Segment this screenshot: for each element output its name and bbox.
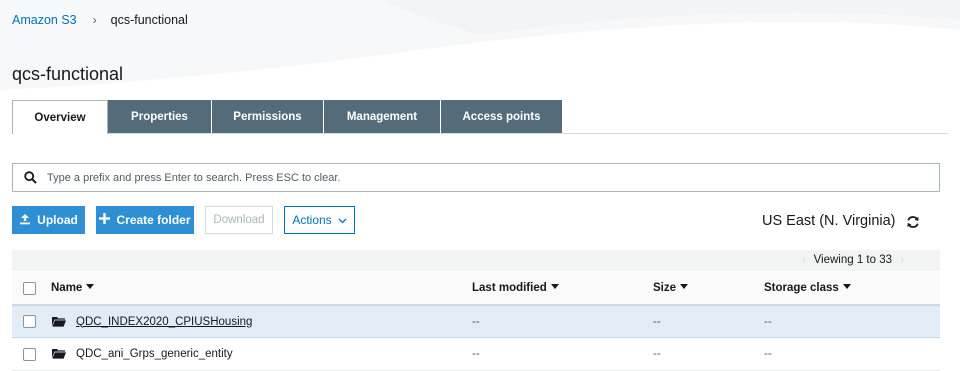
storage-class-value: --: [764, 315, 772, 328]
viewing-count: Viewing 1 to 33: [813, 254, 892, 266]
storage-class-value: --: [764, 348, 772, 360]
sort-caret-icon: [680, 284, 689, 290]
tab-access-points[interactable]: Access points: [441, 100, 562, 134]
last-modified-value: --: [472, 348, 480, 360]
page-title: qcs-functional: [12, 64, 124, 84]
create-folder-button-label: Create folder: [116, 213, 191, 227]
region-label: US East (N. Virginia): [762, 213, 896, 229]
folder-icon: [52, 349, 66, 359]
tab-bar: Overview Properties Permissions Manageme…: [12, 100, 562, 134]
tab-management[interactable]: Management: [324, 100, 441, 134]
row-checkbox[interactable]: [23, 315, 36, 328]
create-folder-button[interactable]: Create folder: [96, 206, 194, 234]
last-modified-value: --: [472, 315, 480, 328]
select-all-checkbox[interactable]: [23, 281, 36, 295]
search-box: [12, 163, 940, 192]
folder-name-link[interactable]: QDC_ani_Grps_generic_entity: [76, 348, 233, 360]
folder-name-link[interactable]: QDC_INDEX2020_CPIUSHousing: [76, 316, 252, 328]
table-row[interactable]: QDC_ani_Grps_generic_entity -- -- --: [12, 338, 940, 371]
column-header-name[interactable]: Name: [51, 282, 95, 294]
folder-icon: [52, 317, 66, 327]
upload-icon: [19, 213, 31, 228]
breadcrumb-current: qcs-functional: [110, 13, 188, 27]
sort-caret-icon: [86, 284, 95, 290]
objects-table: Name Last modified Size Storage class QD…: [12, 272, 940, 371]
column-header-storage-class[interactable]: Storage class: [764, 282, 851, 294]
sort-caret-icon: [550, 284, 559, 290]
breadcrumb: Amazon S3 › qcs-functional: [12, 13, 188, 27]
sort-caret-icon: [842, 284, 851, 290]
column-header-size[interactable]: Size: [653, 282, 689, 294]
tab-permissions[interactable]: Permissions: [212, 100, 324, 134]
pagination-bar: ‹ Viewing 1 to 33 ›: [12, 250, 940, 271]
chevron-right-icon: ›: [92, 13, 97, 27]
upload-button[interactable]: Upload: [12, 206, 85, 234]
search-icon: [13, 171, 47, 184]
pagination-next-icon[interactable]: ›: [900, 254, 904, 266]
tabs-divider: [108, 133, 948, 134]
actions-button-label: Actions: [292, 213, 332, 227]
table-row[interactable]: QDC_INDEX2020_CPIUSHousing -- -- --: [12, 305, 940, 338]
tab-properties[interactable]: Properties: [108, 100, 212, 134]
table-header-row: Name Last modified Size Storage class: [12, 272, 940, 305]
tab-overview[interactable]: Overview: [12, 100, 108, 134]
download-button[interactable]: Download: [205, 206, 273, 234]
size-value: --: [653, 348, 661, 360]
upload-button-label: Upload: [37, 213, 78, 227]
column-header-last-modified[interactable]: Last modified: [472, 282, 559, 294]
pagination-prev-icon[interactable]: ‹: [802, 254, 806, 266]
refresh-icon[interactable]: [905, 214, 921, 230]
size-value: --: [653, 315, 661, 328]
plus-icon: [99, 213, 111, 227]
search-input[interactable]: [47, 171, 939, 184]
row-checkbox[interactable]: [23, 347, 36, 361]
chevron-down-icon: [338, 213, 347, 227]
breadcrumb-amazon-s3-link[interactable]: Amazon S3: [12, 13, 77, 27]
actions-dropdown-button[interactable]: Actions: [284, 206, 355, 234]
